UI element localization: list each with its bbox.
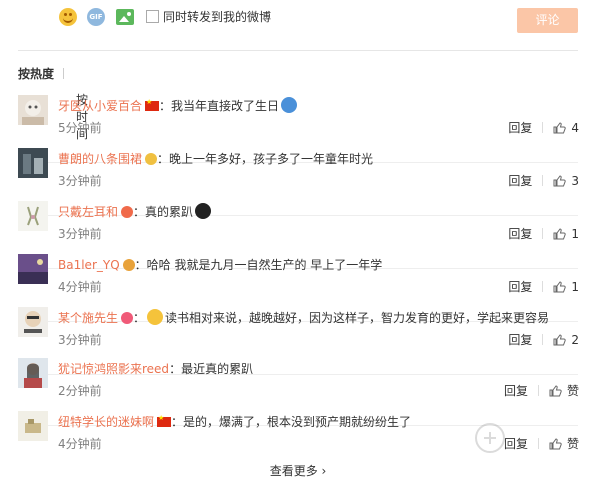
comment-text: ：晚上一年多好，孩子多了一年童年时光 [157,152,374,166]
forward-label: 同时转发到我的微博 [163,10,272,24]
like-count[interactable]: 1 [571,280,579,294]
comment-username[interactable]: 犹记惊鸿照影来reed [58,362,169,376]
comment-username[interactable]: 只戴左耳和 [58,205,118,219]
comment-username[interactable]: 曹朗的八条围裙 [58,152,142,166]
china-flag-icon [157,414,172,427]
comment-text: ：真的累趴 [133,205,194,219]
like-count[interactable]: 1 [571,227,579,241]
sort-tabs: 按热度 按时间 [18,65,88,141]
load-more-link[interactable]: 查看更多 › [0,462,596,479]
heart-badge-icon [121,312,134,324]
member-badge-icon [122,259,135,271]
comment-text: 读书相对来说，越晚越好，因为这样子，智力发育的更好，学起来更容易 [165,311,550,325]
comment-time: 4分钟前 [58,437,102,451]
divider [537,385,539,396]
reply-button[interactable]: 回复 [508,121,532,135]
like-count[interactable]: 2 [571,333,579,347]
like-thumb-icon[interactable] [549,385,562,397]
comment-username[interactable]: Ba1ler_YQ [58,258,120,272]
comment-toolbar: GIF 同时转发到我的微博 评论 [0,0,596,48]
emoji-face-icon [195,203,212,219]
comment-username[interactable]: 某个施先生 [58,311,118,325]
comment-time: 5分钟前 [58,121,102,135]
reply-button[interactable]: 回复 [508,333,532,347]
comment-text: ：是的，爆满了，根本没到预产期就纷纷生了 [171,415,412,429]
comment-time: 2分钟前 [58,384,102,398]
comment-text: ：我当年直接改了生日 [159,99,280,113]
china-flag-icon [145,98,160,111]
like-count[interactable]: 4 [571,121,579,135]
emoji-icon[interactable] [59,8,77,26]
comment-text: ：最近真的累趴 [169,362,254,376]
tab-sort-hot[interactable]: 按热度 [18,67,54,81]
divider [542,175,544,186]
reply-button[interactable]: 回复 [508,280,532,294]
reply-button[interactable]: 回复 [504,384,528,398]
member-badge-icon [121,206,134,218]
like-count[interactable]: 3 [571,174,579,188]
like-label[interactable]: 赞 [567,384,579,398]
like-thumb-icon[interactable] [553,334,567,346]
like-thumb-icon[interactable] [553,281,567,293]
divider [542,334,544,345]
avatar[interactable] [18,358,48,388]
avatar[interactable] [18,201,48,231]
member-badge-icon [145,153,158,165]
comment-time: 3分钟前 [58,227,102,241]
comment-username[interactable]: 牙医从小爱百合 [58,99,142,113]
image-icon[interactable] [116,9,134,25]
divider [63,68,65,79]
avatar[interactable] [18,254,48,284]
gif-icon[interactable]: GIF [87,8,105,26]
emoji-face-icon [147,309,164,325]
comment-time: 4分钟前 [58,280,102,294]
watermark-logo [475,423,505,453]
divider [18,50,578,51]
avatar[interactable] [18,148,48,178]
emoji-pudding-icon [281,97,298,113]
like-thumb-icon[interactable] [553,122,567,134]
reply-button[interactable]: 回复 [508,174,532,188]
comment-text: ：哈哈 我就是九月一自然生产的 早上了一年学 [134,258,383,272]
divider [542,122,544,133]
avatar[interactable] [18,411,48,441]
comment-username[interactable]: 纽特学长的迷妹啊 [58,415,154,429]
divider [542,228,544,239]
avatar[interactable] [18,307,48,337]
like-thumb-icon[interactable] [553,228,567,240]
avatar[interactable] [18,95,48,125]
comment-time: 3分钟前 [58,333,102,347]
divider [542,281,544,292]
reply-button[interactable]: 回复 [508,227,532,241]
forward-checkbox[interactable] [146,10,159,23]
like-thumb-icon[interactable] [553,175,567,187]
comment-time: 3分钟前 [58,174,102,188]
submit-comment-button[interactable]: 评论 [517,8,578,33]
